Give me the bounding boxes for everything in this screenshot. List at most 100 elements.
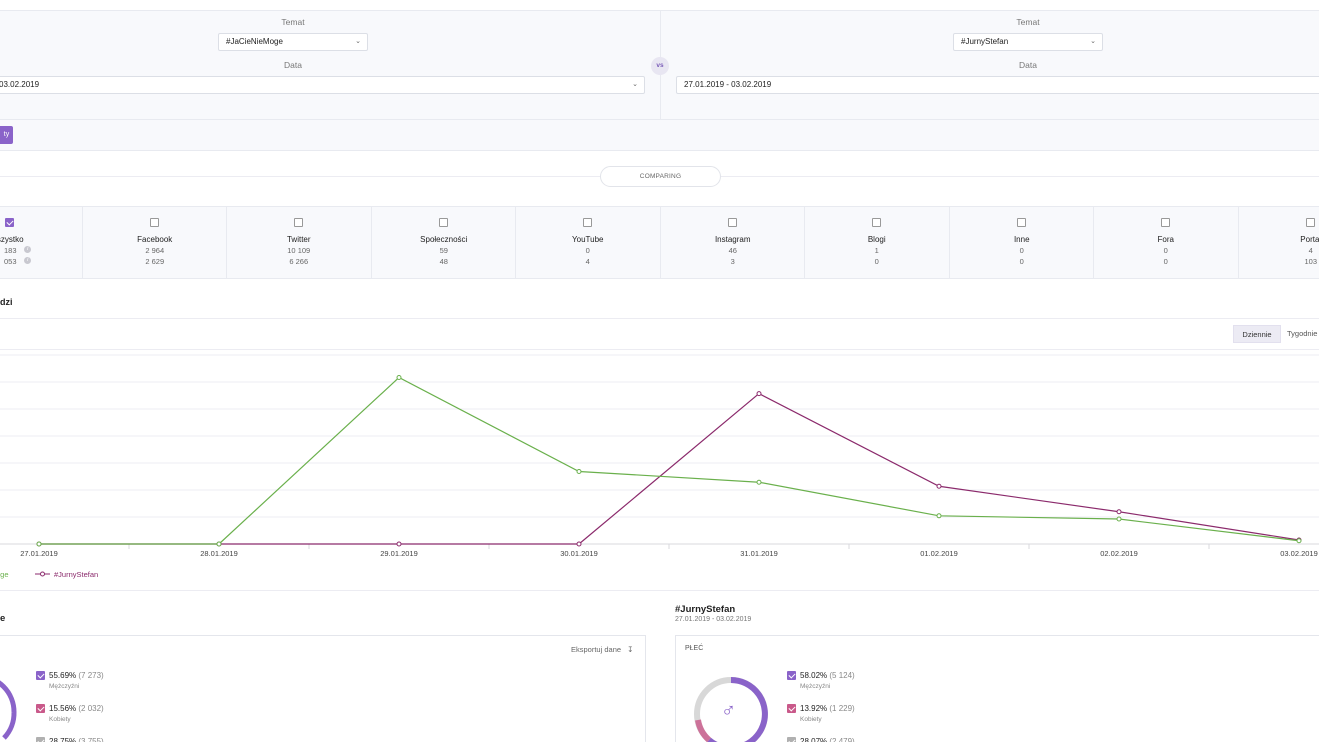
data-point[interactable] bbox=[1116, 509, 1122, 515]
toggle-weekly[interactable]: Tygodnie bbox=[1283, 325, 1319, 343]
gender-label: Mężczyźni bbox=[800, 683, 831, 690]
source-filter-9[interactable]: Fora 0 0 bbox=[1093, 207, 1238, 278]
source-filter-4[interactable]: Społeczności 59 48 bbox=[371, 207, 516, 278]
source-checkbox[interactable] bbox=[728, 218, 738, 227]
left-gender-panel bbox=[0, 635, 646, 742]
source-checkbox[interactable] bbox=[1306, 218, 1316, 227]
right-date-select[interactable]: 27.01.2019 - 03.02.2019 bbox=[676, 76, 1319, 94]
x-tick-label: 28.01.2019 bbox=[200, 549, 238, 558]
source-checkbox[interactable] bbox=[1161, 218, 1171, 227]
source-filter-8[interactable]: Inne 0 0 bbox=[949, 207, 1094, 278]
source-count: 4 bbox=[585, 257, 590, 266]
data-point[interactable] bbox=[756, 391, 762, 397]
line-chart: 27.01.2019 28.01.2019 29.01.2019 30.01.2019… bbox=[0, 354, 1319, 579]
gender-label: Kobiety bbox=[800, 716, 822, 723]
source-checkbox[interactable] bbox=[583, 218, 593, 227]
source-checkbox[interactable] bbox=[294, 218, 304, 227]
chart-top-divider bbox=[0, 318, 1319, 319]
apply-button[interactable]: ty bbox=[0, 126, 13, 144]
source-count: 2 964 bbox=[145, 246, 165, 255]
series-line-2 bbox=[39, 392, 1300, 545]
right-panel-title: #JurnyStefan bbox=[675, 604, 736, 615]
source-name: Inne bbox=[1013, 235, 1030, 244]
gender-checkbox[interactable] bbox=[36, 671, 45, 680]
left-date-select[interactable]: 03.02.2019 ⌄ bbox=[0, 76, 645, 94]
action-band bbox=[0, 120, 1319, 151]
left-topic-select[interactable]: #JaCieNieMoge ⌄ bbox=[218, 33, 368, 51]
left-date-label: Data bbox=[284, 60, 302, 70]
data-point[interactable] bbox=[576, 541, 582, 547]
data-point[interactable] bbox=[576, 468, 582, 474]
left-gender-donut bbox=[0, 680, 17, 740]
chevron-down-icon: ⌄ bbox=[632, 81, 638, 88]
source-count: 2 629 bbox=[145, 257, 165, 266]
gender-checkbox[interactable] bbox=[787, 671, 796, 680]
right-topic-value: #JurnyStefan bbox=[961, 37, 1009, 46]
data-point[interactable] bbox=[36, 541, 42, 547]
data-point[interactable] bbox=[756, 479, 762, 485]
source-count: 59 bbox=[439, 246, 448, 255]
right-panel-date: 27.01.2019 - 03.02.2019 bbox=[675, 616, 752, 623]
source-filter-1[interactable]: szystko183053ii bbox=[0, 207, 83, 278]
data-point[interactable] bbox=[936, 483, 942, 489]
x-tick-label: 31.01.2019 bbox=[740, 549, 778, 558]
gender-percent: 28.75% (3 755) bbox=[49, 737, 104, 742]
gender-percent: 58.02% (5 124) bbox=[800, 671, 855, 680]
source-count: 6 266 bbox=[289, 257, 309, 266]
gender-percent: 15.56% (2 032) bbox=[49, 704, 104, 713]
gender-checkbox[interactable] bbox=[787, 704, 796, 713]
gender-label: Kobiety bbox=[49, 716, 71, 723]
source-filter-10[interactable]: Portal 4 103 bbox=[1238, 207, 1319, 278]
source-checkbox[interactable] bbox=[5, 218, 15, 227]
toggle-daily[interactable]: Dziennie bbox=[1233, 325, 1281, 343]
comparing-pill: COMPARING bbox=[600, 166, 721, 187]
data-point[interactable] bbox=[1116, 516, 1122, 522]
export-button[interactable]: Eksportuj dane ↧ bbox=[571, 645, 633, 654]
gender-count: (2 032) bbox=[76, 704, 104, 713]
gender-count: (5 124) bbox=[827, 671, 855, 680]
data-point[interactable] bbox=[396, 374, 402, 380]
series-line-1 bbox=[39, 376, 1300, 545]
data-point[interactable] bbox=[1296, 538, 1302, 544]
source-filter-5[interactable]: YouTube 0 4 bbox=[515, 207, 660, 278]
chart-bottom-divider bbox=[0, 590, 1319, 591]
gender-percent: 28.07% (2 479) bbox=[800, 737, 855, 742]
gender-checkbox[interactable] bbox=[787, 737, 796, 742]
source-count: 0 bbox=[874, 257, 879, 266]
data-point[interactable] bbox=[216, 541, 222, 547]
gender-checkbox[interactable] bbox=[36, 737, 45, 742]
x-tick-label: 29.01.2019 bbox=[380, 549, 418, 558]
source-name: Fora bbox=[1157, 235, 1174, 244]
source-checkbox[interactable] bbox=[439, 218, 449, 227]
source-checkbox[interactable] bbox=[872, 218, 882, 227]
source-filter-7[interactable]: Blogi 1 0 bbox=[804, 207, 949, 278]
gender-pct-value: 58.02% bbox=[800, 671, 828, 680]
x-tick-label: 01.02.2019 bbox=[920, 549, 958, 558]
source-count: 103 bbox=[1304, 257, 1317, 266]
gender-checkbox[interactable] bbox=[36, 704, 45, 713]
export-label: Eksportuj dane bbox=[571, 645, 622, 654]
source-checkbox[interactable] bbox=[150, 218, 160, 227]
source-filter-6[interactable]: Instagram 46 3 bbox=[660, 207, 805, 278]
source-name: Społeczności bbox=[420, 235, 468, 244]
gender-label: PŁEĆ bbox=[685, 645, 704, 652]
gender-count: (2 479) bbox=[827, 737, 855, 742]
source-count: 0 bbox=[585, 246, 590, 255]
source-filter-3[interactable]: Twitter 10 109 6 266 bbox=[226, 207, 371, 278]
download-icon: ↧ bbox=[627, 645, 634, 654]
data-point[interactable] bbox=[936, 513, 942, 519]
right-topic-select[interactable]: #JurnyStefan ⌄ bbox=[953, 33, 1103, 51]
data-point[interactable] bbox=[396, 541, 402, 547]
gender-count: (3 755) bbox=[76, 737, 104, 742]
source-filter-2[interactable]: Facebook 2 964 2 629 bbox=[82, 207, 227, 278]
x-tick-label: 02.02.2019 bbox=[1100, 549, 1138, 558]
source-checkbox[interactable] bbox=[1017, 218, 1027, 227]
source-count: 46 bbox=[728, 246, 737, 255]
source-count: 3 bbox=[730, 257, 735, 266]
gender-pct-value: 28.07% bbox=[800, 737, 828, 742]
chevron-down-icon: ⌄ bbox=[355, 38, 361, 45]
source-name: Portal bbox=[1300, 235, 1319, 244]
right-date-label: Data bbox=[1019, 60, 1037, 70]
source-count: 0 bbox=[1163, 246, 1168, 255]
legend-marker-2 bbox=[40, 571, 45, 577]
